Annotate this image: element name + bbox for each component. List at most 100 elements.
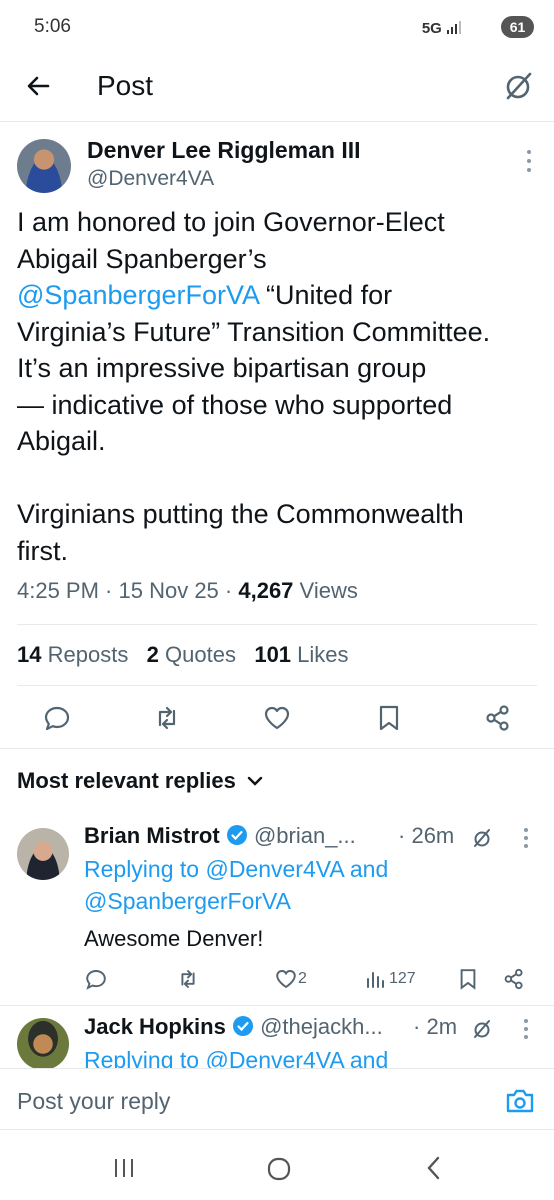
reply-header: Jack Hopkins @thejackh...	[84, 1014, 383, 1040]
replying-to-prefix: Replying to	[84, 856, 206, 882]
reply-avatar[interactable]	[17, 1018, 69, 1070]
reply-timestamp: · 26m	[398, 823, 455, 848]
reply-time: 2m	[426, 1014, 458, 1039]
replies-sort-button[interactable]: Most relevant replies	[17, 768, 264, 794]
header-divider	[0, 121, 554, 122]
heart-icon	[264, 706, 290, 730]
reply-icon	[44, 706, 70, 731]
reply-author-handle[interactable]: @thejackh...	[260, 1014, 383, 1039]
reply-more-button[interactable]	[521, 826, 531, 850]
reposts-label: Reposts	[47, 642, 129, 667]
post-meta: 4:25 PM · 15 Nov 25 · 4,267 Views	[17, 578, 358, 603]
more-vertical-icon	[524, 828, 528, 848]
repost-icon	[158, 706, 176, 730]
quotes-stat[interactable]: 2 Quotes	[147, 642, 236, 667]
reply-grok-button[interactable]	[470, 1017, 494, 1041]
camera-button[interactable]	[504, 1086, 536, 1116]
reply-like-button[interactable]	[274, 967, 298, 991]
post-text-part: “United for Virginia’s Future” Transitio…	[17, 280, 491, 566]
signal-icon	[447, 21, 461, 34]
reply-author-handle[interactable]: @brian_...	[254, 823, 356, 848]
replying-to-link[interactable]: @Denver4VA	[205, 856, 343, 882]
repost-icon	[181, 970, 195, 988]
quotes-label: Quotes	[165, 642, 236, 667]
replying-to-and: and	[343, 856, 389, 882]
chevron-left-icon	[427, 1156, 440, 1180]
home-icon	[267, 1157, 291, 1181]
battery-indicator: 61	[501, 16, 534, 38]
reply-more-button[interactable]	[521, 1017, 531, 1041]
reply-views-button[interactable]	[364, 967, 388, 991]
bookmark-button[interactable]	[374, 703, 404, 733]
share-icon	[486, 705, 509, 731]
heart-icon	[276, 970, 296, 989]
reply-like-count: 2	[298, 970, 307, 987]
chevron-down-icon	[247, 776, 263, 786]
bookmark-icon	[379, 705, 399, 731]
reposts-count: 14	[17, 642, 42, 667]
replying-to-link[interactable]: @SpanbergerForVA	[84, 885, 291, 917]
author-name[interactable]: Denver Lee Riggleman III	[87, 137, 361, 164]
reply-time: 26m	[411, 823, 455, 848]
grok-icon	[474, 1020, 490, 1038]
network-label: 5G	[421, 20, 442, 37]
author-avatar[interactable]	[17, 139, 71, 193]
author-handle[interactable]: @Denver4VA	[87, 167, 214, 191]
reply-views-count: 127	[389, 970, 416, 987]
reply-author-name[interactable]: Jack Hopkins	[84, 1014, 226, 1039]
post-text: I am honored to join Governor-Elect Abig…	[17, 204, 542, 569]
more-vertical-icon	[527, 150, 531, 172]
repost-button[interactable]	[152, 703, 182, 733]
recents-button[interactable]	[112, 1156, 136, 1180]
post-more-button[interactable]	[524, 148, 534, 174]
verified-badge-icon	[232, 1016, 253, 1036]
recents-icon	[115, 1159, 133, 1177]
grok-icon	[506, 72, 532, 100]
quotes-count: 2	[146, 642, 159, 667]
reply-input[interactable]: Post your reply	[17, 1088, 170, 1115]
analytics-icon	[367, 972, 384, 988]
bookmark-icon	[460, 969, 476, 990]
reply-repost-button[interactable]	[176, 967, 200, 991]
replying-to-line: Replying to @Denver4VA and	[84, 853, 388, 885]
reply-bookmark-button[interactable]	[456, 967, 480, 991]
post-text-part: I am honored to join Governor-Elect Abig…	[17, 207, 445, 274]
camera-icon	[506, 1089, 534, 1113]
reply-timestamp: · 2m	[413, 1014, 458, 1039]
actions-divider	[0, 748, 554, 749]
reply-share-button[interactable]	[502, 967, 526, 991]
reply-header: Brian Mistrot @brian_...	[84, 823, 356, 849]
reply-divider	[0, 1005, 554, 1006]
page-title: Post	[97, 70, 154, 101]
likes-label: Likes	[297, 642, 349, 667]
reply-grok-button[interactable]	[470, 826, 494, 850]
reply-button[interactable]	[42, 703, 72, 733]
share-button[interactable]	[483, 703, 513, 733]
views-count: 4,267	[238, 578, 294, 603]
mention-link[interactable]: @SpanbergerForVA	[17, 280, 259, 310]
back-button[interactable]	[22, 68, 58, 104]
reply-reply-button[interactable]	[84, 967, 108, 991]
reposts-stat[interactable]: 14 Reposts	[17, 642, 128, 667]
likes-count: 101	[254, 642, 292, 667]
meta-divider	[17, 624, 537, 625]
home-button[interactable]	[266, 1156, 292, 1182]
reply-author-name[interactable]: Brian Mistrot	[84, 823, 220, 848]
views-label: Views	[299, 578, 358, 603]
post-date: 15 Nov 25	[118, 578, 219, 603]
reply-text: Awesome Denver!	[84, 926, 264, 951]
reply-icon	[86, 970, 106, 990]
network-indicator: 5G	[422, 20, 464, 37]
status-time: 5:06	[34, 16, 71, 37]
grok-button[interactable]	[500, 68, 536, 104]
replies-heading: Most relevant replies	[17, 768, 236, 793]
stats-divider	[17, 685, 537, 686]
share-icon	[504, 968, 523, 990]
stats-row: 14 Reposts 2 Quotes 101 Likes	[17, 642, 349, 668]
reply-avatar[interactable]	[17, 828, 69, 880]
verified-badge-icon	[226, 825, 247, 845]
arrow-left-icon	[27, 76, 50, 96]
like-button[interactable]	[262, 703, 292, 733]
likes-stat[interactable]: 101 Likes	[254, 642, 348, 667]
system-back-button[interactable]	[424, 1156, 444, 1180]
